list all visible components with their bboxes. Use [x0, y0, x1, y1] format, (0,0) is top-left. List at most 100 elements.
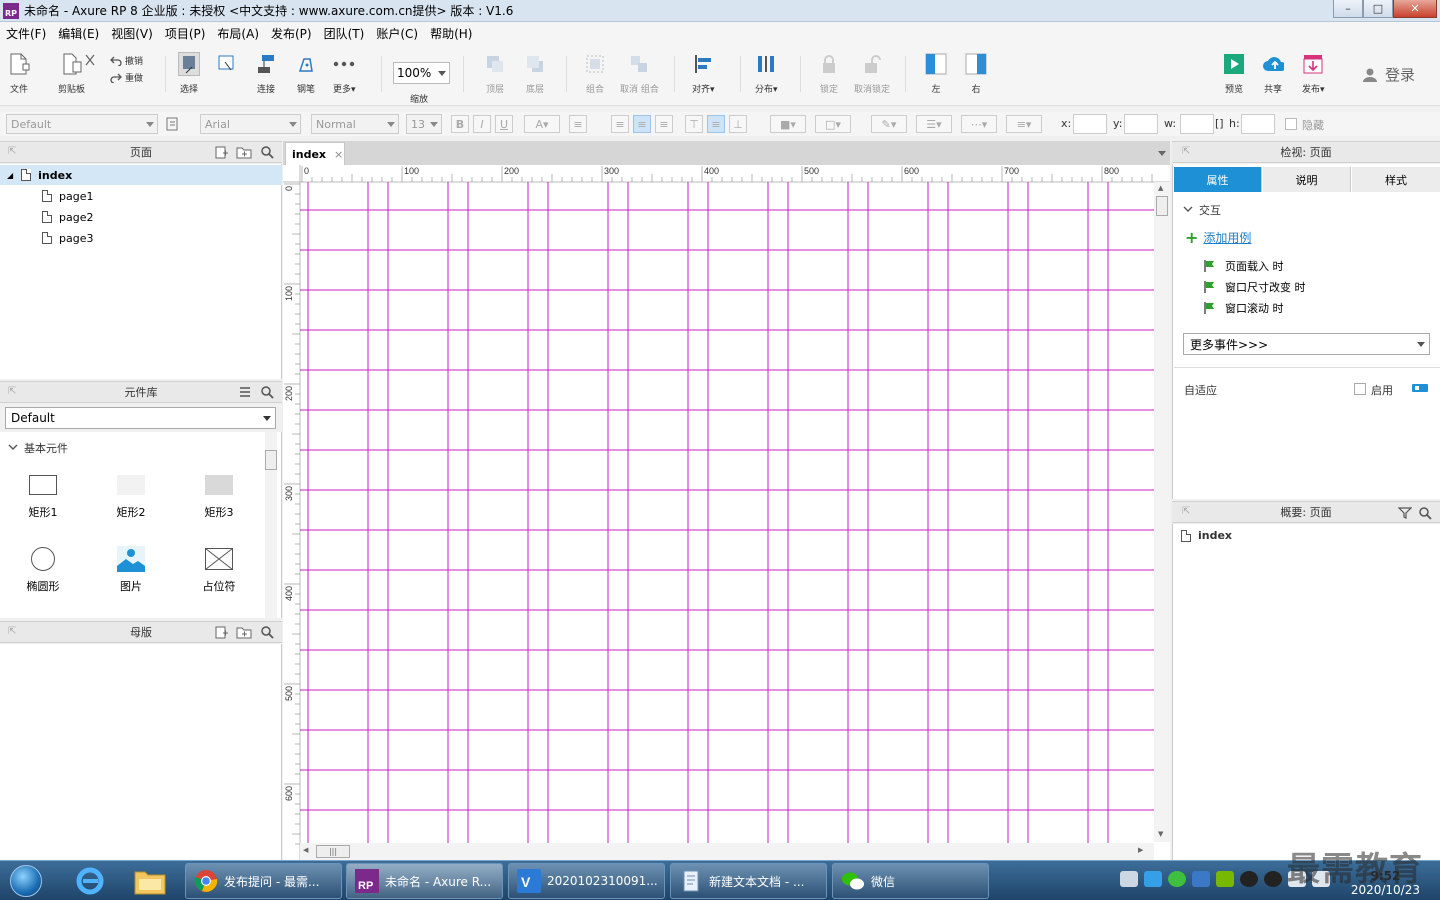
library-section-basic[interactable]: 基本元件	[8, 440, 68, 456]
pin-icon[interactable]: ⇱	[8, 626, 16, 637]
align-right-text-button[interactable]: ≡	[655, 115, 673, 133]
scroll-right-icon[interactable]: ▶	[1138, 846, 1143, 854]
align-center-text-button[interactable]: ≡	[633, 115, 651, 133]
add-master-icon[interactable]	[214, 625, 228, 642]
distribute-button[interactable]: 分布▾	[755, 52, 778, 95]
add-folder-icon[interactable]	[236, 625, 252, 642]
login-button[interactable]: 登录	[1362, 64, 1415, 85]
select-mode-button[interactable]: ​	[215, 52, 237, 92]
line-color-button[interactable]: ✎▾	[871, 115, 907, 133]
search-icon[interactable]	[260, 385, 274, 402]
arrow-style-button[interactable]: ≡▾	[1006, 115, 1042, 133]
tab-index[interactable]: index ×	[285, 142, 345, 165]
add-case-link[interactable]: + 添加用例	[1185, 228, 1251, 247]
bullet-list-button[interactable]: ≡	[569, 115, 587, 133]
lock-ratio-icon[interactable]: []	[1215, 117, 1224, 130]
page-item-page2[interactable]: page2	[0, 207, 282, 227]
qq-icon[interactable]	[1240, 871, 1258, 887]
start-button[interactable]	[4, 863, 48, 899]
maximize-button[interactable]: □	[1363, 0, 1393, 18]
nvidia-icon[interactable]	[1216, 871, 1234, 887]
canvas-horizontal-scrollbar[interactable]: ◀ ||| ▶	[300, 843, 1154, 860]
font-color-button[interactable]: A▾	[524, 115, 560, 133]
media-player-icon[interactable]	[1144, 871, 1162, 887]
menu-publish[interactable]: 发布(P)	[265, 25, 318, 42]
event-window-scroll[interactable]: 窗口滚动 时	[1203, 299, 1284, 317]
shadow-button[interactable]: □▾	[815, 115, 851, 133]
pin-icon[interactable]: ⇱	[8, 146, 16, 157]
canvas-vertical-scrollbar[interactable]: ▲ ▼	[1154, 182, 1170, 842]
font-size-select[interactable]: 13	[406, 114, 442, 134]
scrollbar-thumb[interactable]: |||	[316, 845, 350, 858]
menu-team[interactable]: 团队(T)	[318, 25, 371, 42]
clipboard-button[interactable]: 剪贴板	[58, 52, 85, 95]
explorer-pinned-app[interactable]	[124, 864, 176, 898]
add-page-icon[interactable]	[214, 145, 228, 162]
design-canvas[interactable]: 0 100 200 300 400 500 600 700 800 0 100 200 300 400 50…	[283, 165, 1170, 860]
tab-style[interactable]: 样式	[1352, 167, 1440, 192]
hidden-checkbox[interactable]	[1285, 118, 1297, 130]
search-icon[interactable]	[260, 625, 274, 642]
wechat-tray-icon[interactable]	[1168, 871, 1186, 887]
interaction-section[interactable]: 交互	[1183, 202, 1221, 218]
event-page-load[interactable]: 页面载入 时	[1203, 257, 1284, 275]
right-panel-button[interactable]: 右	[965, 52, 987, 95]
more-events-select[interactable]: 更多事件>>>	[1183, 333, 1430, 355]
scroll-down-icon[interactable]: ▼	[1158, 830, 1163, 838]
align-bottom-button[interactable]: ⊥	[729, 115, 747, 133]
pin-icon[interactable]: ⇱	[8, 386, 16, 397]
menu-edit[interactable]: 编辑(E)	[52, 25, 105, 42]
y-input[interactable]	[1124, 114, 1158, 134]
unlock-button[interactable]: 取消锁定	[854, 52, 890, 95]
adaptive-enable-checkbox[interactable]	[1354, 383, 1366, 395]
page-item-index[interactable]: ◢ index	[0, 165, 282, 185]
library-scrollbar[interactable]	[265, 432, 277, 618]
cut-icon[interactable]	[84, 54, 96, 69]
widget-ellipse[interactable]: 椭圆形	[13, 546, 73, 594]
ie-pinned-app[interactable]	[64, 864, 116, 898]
preview-button[interactable]: 预览	[1223, 52, 1245, 95]
widget-placeholder[interactable]: 占位符	[189, 546, 249, 594]
underline-button[interactable]: U	[495, 115, 513, 133]
scrollbar-thumb[interactable]	[1156, 196, 1168, 216]
widget-rectangle2[interactable]: 矩形2	[101, 472, 161, 520]
adaptive-settings-icon[interactable]	[1411, 382, 1429, 397]
taskbar-item-chrome[interactable]: 发布提问 - 最需...	[185, 863, 342, 899]
file-button[interactable]: 文件	[8, 52, 30, 95]
tab-properties[interactable]: 属性	[1174, 167, 1262, 192]
taskbar-item-notepad[interactable]: 新建文本文档 - ...	[670, 863, 827, 899]
taskbar-item-axure[interactable]: RP 未命名 - Axure R...	[346, 863, 503, 899]
line-style-button[interactable]: ⋯▾	[961, 115, 997, 133]
menu-icon[interactable]	[238, 385, 252, 402]
style-select[interactable]: Default	[6, 114, 158, 134]
pin-icon[interactable]: ⇱	[1182, 506, 1190, 517]
align-top-button[interactable]: ⊤	[685, 115, 703, 133]
width-input[interactable]	[1180, 114, 1214, 134]
line-width-button[interactable]: ☰▾	[916, 115, 952, 133]
widget-image[interactable]: 图片	[101, 546, 161, 594]
menu-help[interactable]: 帮助(H)	[424, 25, 478, 42]
share-button[interactable]: 共享	[1262, 52, 1284, 95]
taskbar-item-word[interactable]: V 2020102310091...	[508, 863, 665, 899]
keyboard-icon[interactable]	[1120, 871, 1138, 887]
menu-arrange[interactable]: 布局(A)	[211, 25, 265, 42]
filter-icon[interactable]	[1397, 506, 1413, 523]
menu-project[interactable]: 项目(P)	[159, 25, 212, 42]
qq-icon-2[interactable]	[1264, 871, 1282, 887]
expand-arrow-icon[interactable]: ◢	[7, 171, 13, 180]
align-left-text-button[interactable]: ≡	[611, 115, 629, 133]
taskbar-item-wechat[interactable]: 微信	[832, 863, 989, 899]
page-item-page1[interactable]: page1	[0, 186, 282, 206]
font-family-select[interactable]: Arial	[200, 114, 301, 134]
font-weight-select[interactable]: Normal	[311, 114, 399, 134]
scroll-left-icon[interactable]: ◀	[303, 846, 308, 854]
search-icon[interactable]	[1418, 506, 1432, 523]
ungroup-button[interactable]: 取消 组合	[620, 52, 659, 95]
tab-menu-icon[interactable]	[1158, 151, 1166, 156]
height-input[interactable]	[1241, 114, 1275, 134]
security-shield-icon[interactable]	[1192, 871, 1210, 887]
add-folder-icon[interactable]	[236, 145, 252, 162]
widget-rectangle1[interactable]: 矩形1	[13, 472, 73, 520]
select-button[interactable]: 选择	[178, 52, 200, 95]
zoom-select[interactable]: 100%	[393, 62, 450, 84]
